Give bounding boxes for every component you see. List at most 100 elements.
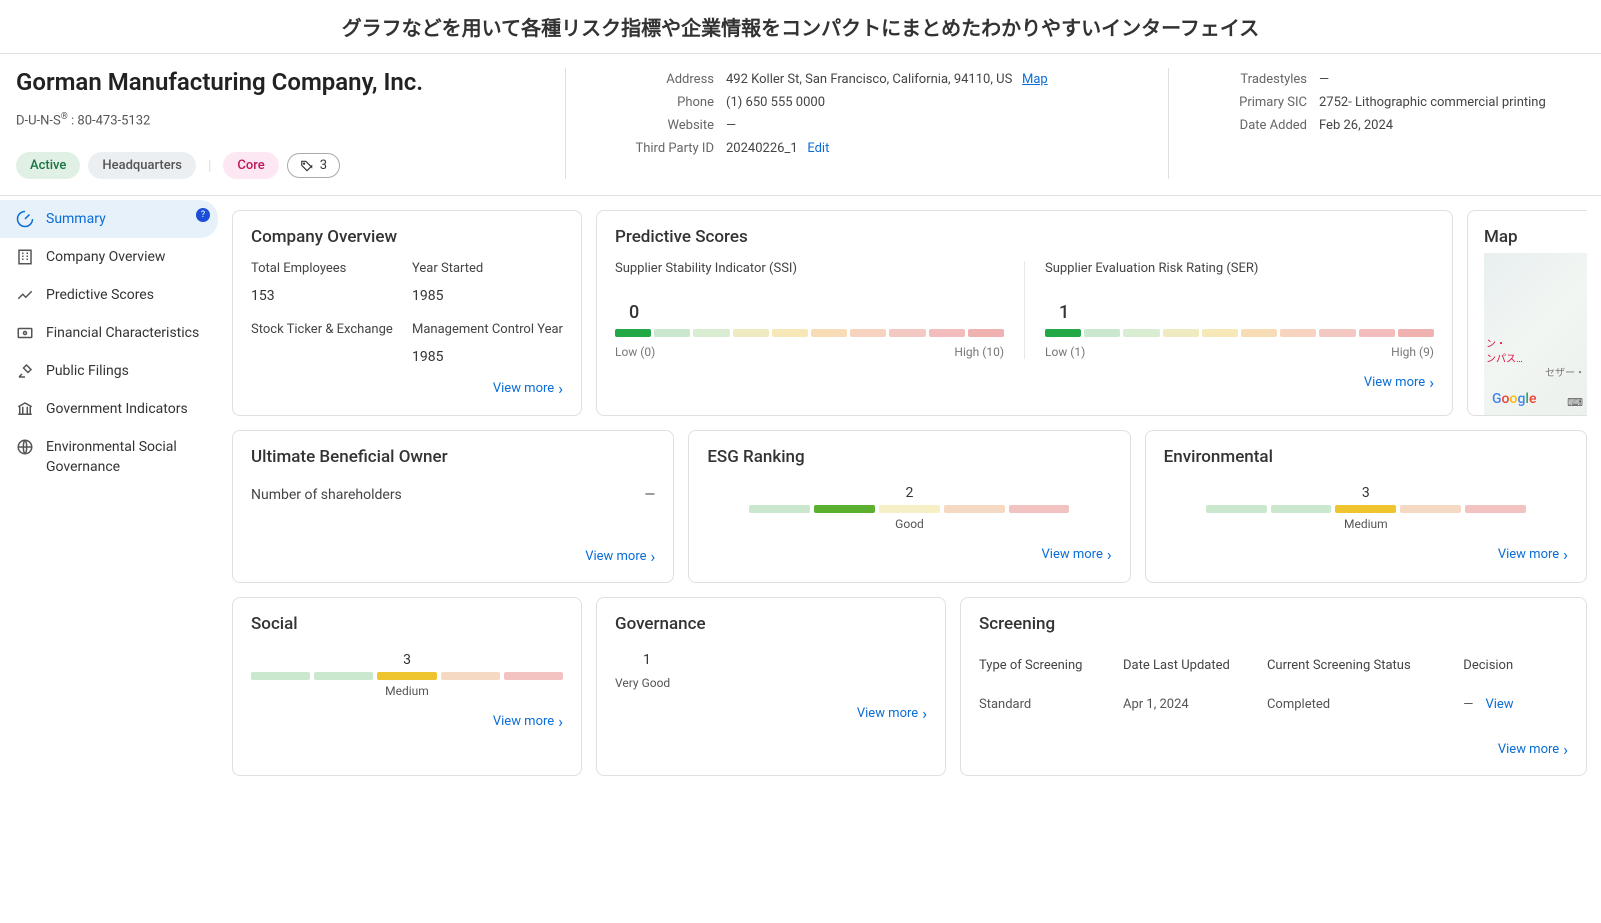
nav-financial-characteristics[interactable]: Financial Characteristics: [0, 314, 218, 352]
card-screening: Screening Type of Screening Date Last Up…: [960, 597, 1587, 776]
badge-headquarters[interactable]: Headquarters: [88, 152, 196, 179]
nav-predictive-scores[interactable]: Predictive Scores: [0, 276, 218, 314]
screening-view-link[interactable]: View: [1485, 697, 1513, 712]
env-scale: [1206, 505, 1526, 513]
card-esg-ranking: ESG Ranking 2 Good View more›: [688, 430, 1130, 583]
card-title-social: Social: [251, 614, 563, 634]
social-label: Medium: [251, 684, 563, 698]
screening-decision: —: [1463, 697, 1473, 712]
money-icon: [16, 324, 34, 342]
label-date-added: Date Added: [1217, 118, 1307, 133]
nav-summary[interactable]: Summary ?: [0, 200, 218, 238]
card-social: Social 3 Medium View more›: [232, 597, 582, 776]
value-primary-sic: 2752- Lithographic commercial printing: [1319, 95, 1546, 110]
card-environmental: Environmental 3 Medium View more›: [1145, 430, 1587, 583]
ser-title: Supplier Evaluation Risk Rating (SER): [1045, 261, 1434, 276]
screening-table-header: Type of Screening Date Last Updated Curr…: [979, 648, 1568, 683]
view-more-governance[interactable]: View more›: [615, 704, 927, 723]
value-date-added: Feb 26, 2024: [1319, 118, 1393, 133]
card-title-predictive: Predictive Scores: [615, 227, 1434, 247]
card-title-overview: Company Overview: [251, 227, 563, 247]
view-more-social[interactable]: View more›: [251, 712, 563, 731]
screening-type: Standard: [979, 697, 1123, 712]
nav-company-overview[interactable]: Company Overview: [0, 238, 218, 276]
institution-icon: [16, 400, 34, 418]
card-title-governance: Governance: [615, 614, 927, 634]
divider: [0, 53, 1601, 54]
value-mgmt-control-year: 1985: [412, 349, 563, 365]
label-tradestyles: Tradestyles: [1217, 72, 1307, 87]
value-address: 492 Koller St, San Francisco, California…: [726, 72, 1048, 87]
card-title-map: Map: [1484, 227, 1587, 247]
view-more-ubo[interactable]: View more›: [251, 547, 655, 566]
card-predictive-scores: Predictive Scores Supplier Stability Ind…: [596, 210, 1453, 416]
card-title-screening: Screening: [979, 614, 1568, 634]
view-more-esg[interactable]: View more›: [707, 545, 1111, 564]
chevron-right-icon: ›: [1107, 545, 1112, 564]
value-shareholders: —: [644, 487, 655, 503]
esg-value: 2: [707, 485, 1111, 501]
map-link[interactable]: Map: [1022, 72, 1048, 87]
card-ubo: Ultimate Beneficial Owner Number of shar…: [232, 430, 674, 583]
ser-scale: [1045, 329, 1434, 337]
screening-status: Completed: [1267, 697, 1463, 712]
social-scale: [251, 672, 563, 680]
card-company-overview: Company Overview Total Employees 153 Year…: [232, 210, 582, 416]
chevron-right-icon: ›: [1429, 373, 1434, 392]
badge-core[interactable]: Core: [223, 152, 278, 179]
view-more-environmental[interactable]: View more›: [1164, 545, 1568, 564]
google-logo-icon: Google: [1492, 391, 1536, 407]
chevron-right-icon: ›: [558, 712, 563, 731]
value-total-employees: 153: [251, 288, 402, 304]
label-phone: Phone: [614, 95, 714, 110]
trend-icon: [16, 286, 34, 304]
view-more-screening[interactable]: View more›: [979, 740, 1568, 759]
badge-separator: |: [208, 158, 211, 174]
ssi-low: Low (0): [615, 345, 655, 359]
nav-badge-icon: ?: [196, 208, 210, 222]
nav-government-indicators[interactable]: Government Indicators: [0, 390, 218, 428]
gavel-icon: [16, 362, 34, 380]
company-header: Gorman Manufacturing Company, Inc. D-U-N…: [0, 68, 1601, 195]
badge-active[interactable]: Active: [16, 152, 80, 179]
edit-link[interactable]: Edit: [807, 141, 829, 156]
chevron-right-icon: ›: [1563, 545, 1568, 564]
ssi-title: Supplier Stability Indicator (SSI): [615, 261, 1004, 276]
card-title-environmental: Environmental: [1164, 447, 1568, 467]
gauge-icon: [16, 210, 34, 228]
gov-value: 1: [643, 652, 927, 668]
label-primary-sic: Primary SIC: [1217, 95, 1307, 110]
value-tradestyles: —: [1319, 72, 1329, 87]
nav-esg[interactable]: Environmental Social Governance: [0, 428, 218, 487]
label-total-employees: Total Employees: [251, 261, 402, 276]
chevron-right-icon: ›: [922, 704, 927, 723]
tag-count-badge[interactable]: 3: [287, 153, 340, 178]
nav-public-filings[interactable]: Public Filings: [0, 352, 218, 390]
label-year-started: Year Started: [412, 261, 563, 276]
screening-date: Apr 1, 2024: [1123, 697, 1267, 712]
env-value: 3: [1164, 485, 1568, 501]
label-website: Website: [614, 118, 714, 133]
social-value: 3: [251, 652, 563, 668]
card-map: Map ン・ンパス… セザー・ Google ⌨: [1467, 210, 1587, 416]
screening-table-row: Standard Apr 1, 2024 Completed — View: [979, 683, 1568, 726]
globe-icon: [16, 438, 34, 456]
label-third-party-id: Third Party ID: [614, 141, 714, 156]
map-thumbnail[interactable]: ン・ンパス… セザー・ Google ⌨: [1484, 253, 1587, 415]
ser-score: 1: [1059, 302, 1434, 323]
value-website: —: [726, 118, 736, 133]
sidebar: Summary ? Company Overview Predictive Sc…: [0, 196, 218, 790]
view-more-overview[interactable]: View more›: [251, 379, 563, 398]
label-stock-ticker: Stock Ticker & Exchange: [251, 322, 402, 337]
env-label: Medium: [1164, 517, 1568, 531]
label-shareholders: Number of shareholders: [251, 487, 402, 503]
card-governance: Governance 1 Very Good View more›: [596, 597, 946, 776]
chevron-right-icon: ›: [1563, 740, 1568, 759]
ser-low: Low (1): [1045, 345, 1085, 359]
view-more-predictive[interactable]: View more›: [615, 373, 1434, 392]
label-address: Address: [614, 72, 714, 87]
ser-high: High (9): [1391, 345, 1434, 359]
card-title-esg: ESG Ranking: [707, 447, 1111, 467]
building-icon: [16, 248, 34, 266]
ssi-score: 0: [629, 302, 1004, 323]
